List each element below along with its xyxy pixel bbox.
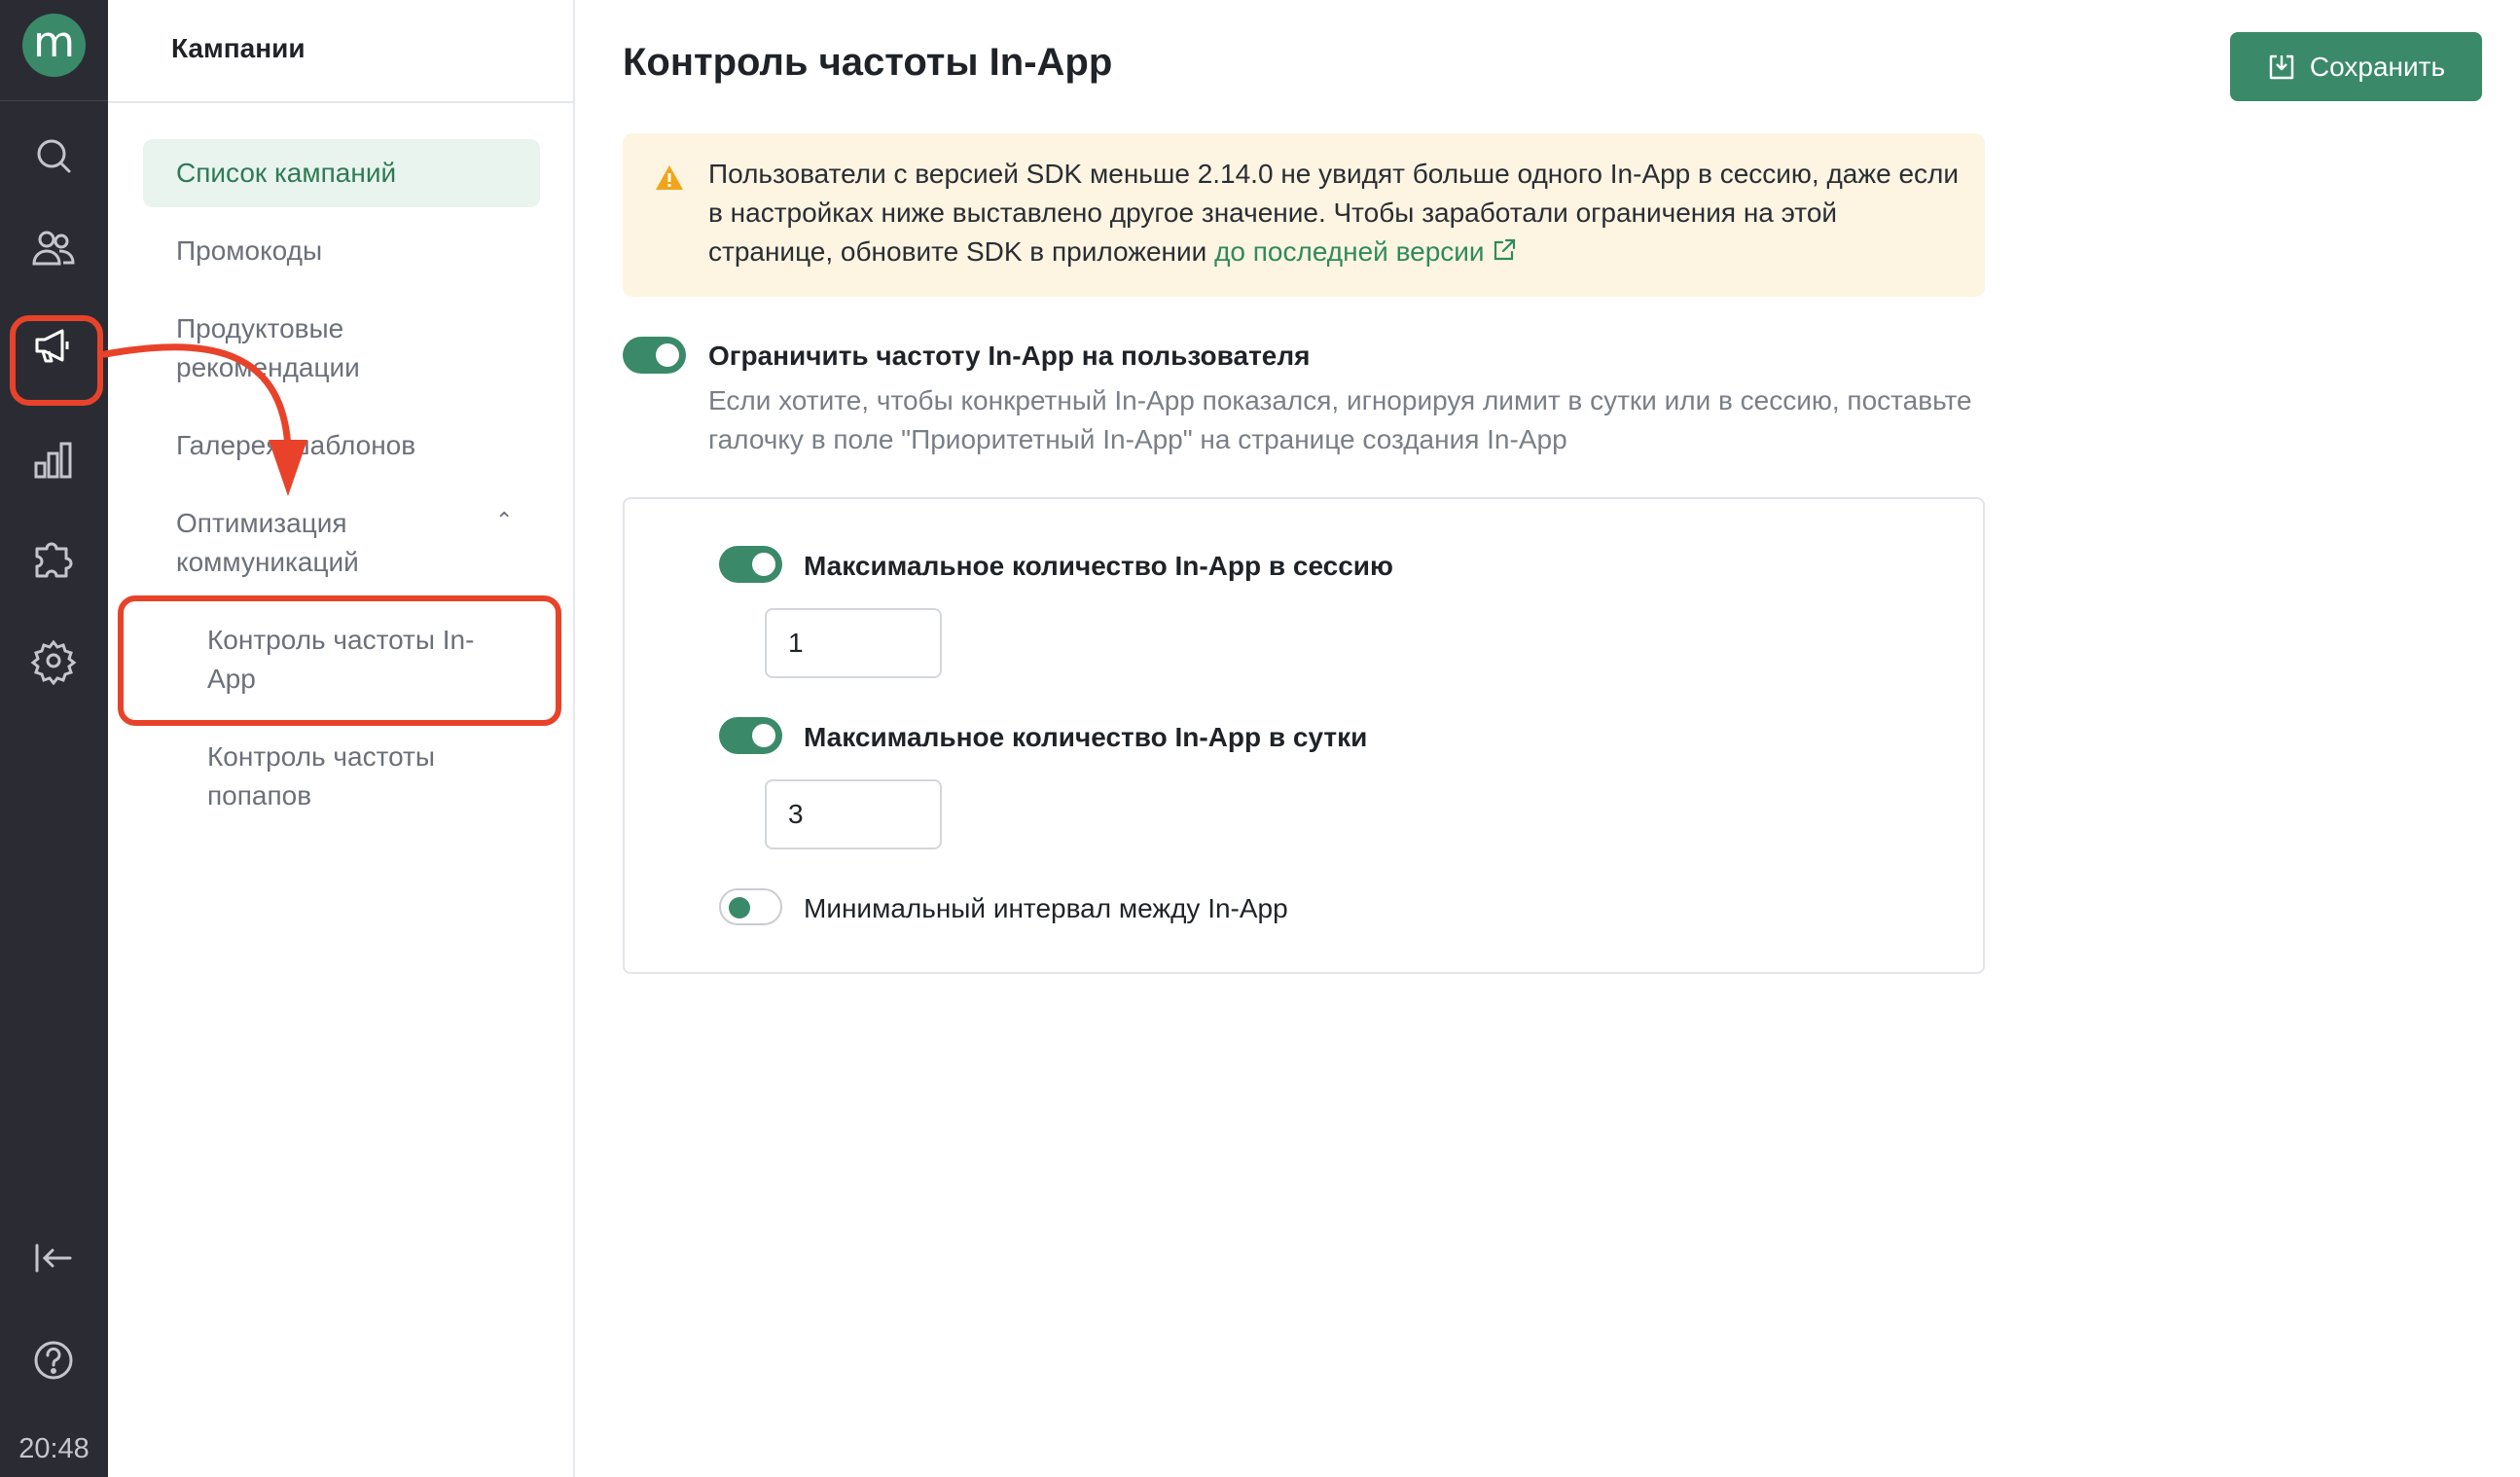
puzzle-icon[interactable] (29, 533, 78, 582)
left-rail: m 20:48 (0, 0, 108, 1477)
nav-divider (108, 101, 575, 103)
nav-item-communication-optimization[interactable]: Оптимизация коммуникаций (143, 504, 454, 582)
nav-item-popup-frequency[interactable]: Контроль частоты попапов (143, 738, 513, 815)
limit-frequency-toggle[interactable] (623, 337, 686, 374)
users-icon[interactable] (29, 224, 78, 272)
gear-icon[interactable] (29, 636, 78, 686)
save-icon (2269, 54, 2294, 79)
rail-highlight-frame (10, 315, 103, 406)
save-button-label: Сохранить (2309, 51, 2446, 82)
latest-version-link[interactable]: до последней версии (1214, 236, 1518, 267)
daily-limit-toggle[interactable] (719, 717, 782, 754)
warning-icon (656, 165, 683, 190)
limit-frequency-label: Ограничить частоту In-App на пользовател… (708, 341, 1311, 371)
save-button[interactable]: Сохранить (2230, 32, 2482, 101)
help-icon[interactable] (29, 1336, 78, 1385)
logo[interactable]: m (22, 14, 86, 77)
session-limit-toggle[interactable] (719, 546, 782, 583)
rail-divider (0, 100, 108, 101)
chevron-up-icon[interactable]: ⌃ (495, 508, 548, 533)
nav-item-campaign-list[interactable]: Список кампаний (143, 139, 540, 207)
alert-text: Пользователи с версией SDK меньше 2.14.0… (708, 155, 1963, 271)
external-link-icon (1494, 238, 1515, 261)
app-root: m 20:48 Кампании Список кампаний Промоко… (0, 0, 2520, 1477)
session-limit-label: Максимальное количество In-App в сессию (804, 551, 1393, 581)
nav-item-label: Контроль частоты попапов (207, 741, 435, 811)
section-title: Кампании (171, 33, 306, 63)
session-limit-input[interactable] (765, 608, 942, 678)
chart-icon[interactable] (29, 436, 78, 485)
main-content: Контроль частоты In-App Сохранить Пользо… (577, 0, 2520, 1477)
limit-frequency-description: Если хотите, чтобы конкретный In-App пок… (708, 385, 1972, 454)
limits-card: Максимальное количество In-App в сессию … (623, 497, 1985, 974)
search-icon[interactable] (29, 131, 78, 180)
clock-time: 20:48 (18, 1433, 90, 1464)
daily-limit-input[interactable] (765, 779, 942, 849)
min-interval-toggle[interactable] (719, 888, 782, 925)
annotation-arrow-icon (101, 343, 307, 496)
nav-item-label: Оптимизация коммуникаций (176, 508, 359, 577)
daily-limit-label: Максимальное количество In-App в сутки (804, 722, 1368, 752)
nav-highlight-frame (118, 595, 561, 726)
latest-version-link-label: до последней версии (1214, 236, 1485, 267)
sdk-warning-alert: Пользователи с версией SDK меньше 2.14.0… (623, 133, 1985, 297)
min-interval-label: Минимальный интервал между In-App (804, 893, 1288, 923)
page-title: Контроль частоты In-App (623, 41, 1113, 84)
nav-item-promocodes[interactable]: Промокоды (143, 232, 540, 270)
nav-item-label: Промокоды (176, 235, 323, 266)
nav-item-label: Список кампаний (176, 158, 397, 188)
collapse-icon[interactable] (29, 1234, 78, 1282)
secondary-nav: Кампании Список кампаний Промокоды Проду… (108, 0, 575, 1477)
